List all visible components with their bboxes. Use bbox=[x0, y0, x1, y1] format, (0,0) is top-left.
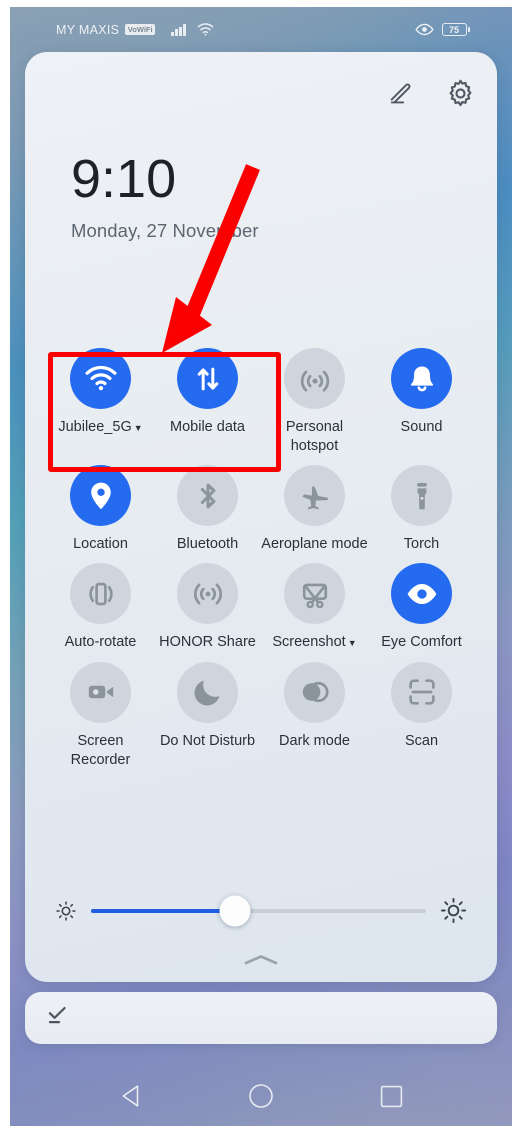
toggle-tile-torch[interactable]: Torch bbox=[368, 465, 475, 554]
auto-rotate-icon[interactable] bbox=[70, 563, 131, 625]
brightness-slider-row[interactable] bbox=[55, 895, 467, 926]
brightness-low-icon bbox=[55, 900, 77, 922]
clock-block: 9:10 Monday, 27 November bbox=[71, 152, 259, 242]
toggle-label-screenshot: Screenshot ▼ bbox=[272, 633, 356, 652]
scan-frame-icon[interactable] bbox=[391, 661, 452, 723]
toggle-tile-eye-comfort[interactable]: Eye Comfort bbox=[368, 563, 475, 652]
video-camera-icon[interactable] bbox=[70, 661, 131, 723]
toggle-label-text: Aeroplane mode bbox=[261, 536, 368, 553]
battery-cap bbox=[468, 27, 470, 32]
toggle-label-text: Screen Recorder bbox=[70, 732, 131, 768]
toggle-tile-auto-rotate[interactable]: Auto-rotate bbox=[47, 563, 154, 652]
clear-all-notifications-icon[interactable] bbox=[47, 1006, 69, 1031]
toggle-label-text: HONOR Share bbox=[159, 634, 256, 651]
notification-card[interactable] bbox=[25, 992, 497, 1044]
bluetooth-icon[interactable] bbox=[177, 465, 238, 527]
toggle-label-text: Bluetooth bbox=[176, 536, 239, 553]
toggle-label-wifi: Jubilee_5G ▼ bbox=[58, 418, 142, 437]
toggle-label-sound: Sound bbox=[401, 418, 443, 437]
battery-indicator: 75 bbox=[441, 23, 470, 36]
toggle-label-do-not-disturb: Do Not Disturb bbox=[160, 732, 255, 751]
toggle-label-text: Location bbox=[73, 536, 128, 553]
status-bar: MY MAXIS VoWiFi 75 bbox=[10, 7, 512, 52]
toggle-tile-mobile-data[interactable]: Mobile data bbox=[154, 348, 261, 456]
toggle-tile-personal-hotspot[interactable]: Personal hotspot bbox=[261, 348, 368, 456]
aeroplane-icon[interactable] bbox=[284, 465, 345, 527]
phone-screen: MY MAXIS VoWiFi 75 9:10 Monday, 27 Novem… bbox=[10, 7, 512, 1126]
toggle-tile-do-not-disturb[interactable]: Do Not Disturb bbox=[154, 661, 261, 770]
signal-bars-icon bbox=[171, 23, 186, 36]
toggle-label-text: Dark mode bbox=[279, 732, 350, 749]
toggle-label-auto-rotate: Auto-rotate bbox=[65, 633, 137, 652]
brightness-slider-fill bbox=[91, 908, 236, 913]
status-bar-right: 75 bbox=[414, 23, 470, 36]
toggle-tile-honor-share[interactable]: HONOR Share bbox=[154, 563, 261, 652]
bell-sound-icon[interactable] bbox=[391, 348, 452, 409]
toggle-label-mobile-data: Mobile data bbox=[170, 418, 245, 437]
toggle-label-honor-share: HONOR Share bbox=[159, 633, 256, 652]
toggle-label-text: Screenshot bbox=[272, 634, 346, 651]
toggle-label-text: Eye Comfort bbox=[381, 634, 462, 651]
gear-settings-icon[interactable] bbox=[445, 78, 475, 108]
recents-square-icon[interactable] bbox=[374, 1079, 408, 1113]
toggle-label-location: Location bbox=[73, 535, 128, 554]
toggle-label-eye-comfort: Eye Comfort bbox=[381, 633, 462, 652]
mobile-data-icon[interactable] bbox=[177, 348, 238, 409]
toggle-tile-dark-mode[interactable]: Dark mode bbox=[261, 661, 368, 770]
toggle-label-personal-hotspot: Personal hotspot bbox=[261, 418, 368, 456]
chevron-down-icon[interactable]: ▼ bbox=[348, 639, 357, 648]
eye-icon[interactable] bbox=[391, 563, 452, 625]
toggle-label-aeroplane-mode: Aeroplane mode bbox=[261, 535, 367, 554]
toggle-label-text: Torch bbox=[403, 536, 440, 553]
torch-icon[interactable] bbox=[391, 465, 452, 527]
battery-level-text: 75 bbox=[441, 23, 467, 36]
status-bar-left: MY MAXIS VoWiFi bbox=[56, 23, 214, 37]
toggle-tile-sound[interactable]: Sound bbox=[368, 348, 475, 456]
toggle-tile-bluetooth[interactable]: Bluetooth bbox=[154, 465, 261, 554]
toggle-label-text: Do Not Disturb bbox=[159, 732, 256, 749]
location-pin-icon[interactable] bbox=[70, 465, 131, 527]
quick-toggle-grid: Jubilee_5G ▼ Mobile data Personal hotspot So… bbox=[47, 348, 475, 770]
pencil-edit-icon[interactable] bbox=[385, 78, 415, 108]
panel-header bbox=[385, 78, 475, 108]
toggle-label-torch: Torch bbox=[404, 535, 439, 554]
chevron-down-icon[interactable]: ▼ bbox=[134, 424, 143, 433]
toggle-tile-screen-recorder[interactable]: Screen Recorder bbox=[47, 661, 154, 770]
back-triangle-icon[interactable] bbox=[114, 1079, 148, 1113]
toggle-label-text: Sound bbox=[400, 419, 443, 435]
screenshot-icon[interactable] bbox=[284, 563, 345, 625]
dark-mode-icon[interactable] bbox=[284, 661, 345, 723]
navigation-bar bbox=[10, 1066, 512, 1126]
toggle-label-text: Personal hotspot bbox=[285, 419, 344, 455]
hotspot-icon[interactable] bbox=[284, 348, 345, 409]
chevron-up-icon[interactable] bbox=[239, 950, 283, 968]
carrier-name: MY MAXIS bbox=[56, 22, 120, 37]
toggle-label-text: Scan bbox=[404, 732, 439, 749]
clock-date: Monday, 27 November bbox=[71, 220, 259, 241]
brightness-slider-thumb[interactable] bbox=[219, 895, 251, 926]
wifi-icon[interactable] bbox=[70, 348, 131, 409]
toggle-tile-location[interactable]: Location bbox=[47, 465, 154, 554]
vowifi-badge: VoWiFi bbox=[125, 24, 156, 35]
toggle-label-scan: Scan bbox=[405, 732, 438, 751]
toggle-label-text: Mobile data bbox=[170, 419, 245, 435]
toggle-tile-screenshot[interactable]: Screenshot ▼ bbox=[261, 563, 368, 652]
toggle-tile-scan[interactable]: Scan bbox=[368, 661, 475, 770]
eye-comfort-status-icon bbox=[414, 23, 434, 36]
wifi-icon bbox=[197, 23, 214, 36]
toggle-label-dark-mode: Dark mode bbox=[279, 732, 350, 751]
moon-icon[interactable] bbox=[177, 661, 238, 723]
brightness-slider-track[interactable] bbox=[91, 895, 426, 926]
honor-share-icon[interactable] bbox=[177, 563, 238, 625]
toggle-tile-aeroplane-mode[interactable]: Aeroplane mode bbox=[261, 465, 368, 554]
clock-time: 9:10 bbox=[71, 149, 177, 209]
toggle-tile-wifi[interactable]: Jubilee_5G ▼ bbox=[47, 348, 154, 456]
toggle-label-bluetooth: Bluetooth bbox=[177, 535, 238, 554]
toggle-label-screen-recorder: Screen Recorder bbox=[47, 732, 154, 770]
quick-settings-panel: 9:10 Monday, 27 November Jubilee_5G ▼ Mobi… bbox=[25, 52, 497, 982]
toggle-label-text: Auto-rotate bbox=[64, 634, 137, 651]
brightness-high-icon bbox=[440, 897, 467, 924]
toggle-label-text: Jubilee_5G bbox=[58, 419, 132, 435]
home-circle-icon[interactable] bbox=[244, 1079, 278, 1113]
